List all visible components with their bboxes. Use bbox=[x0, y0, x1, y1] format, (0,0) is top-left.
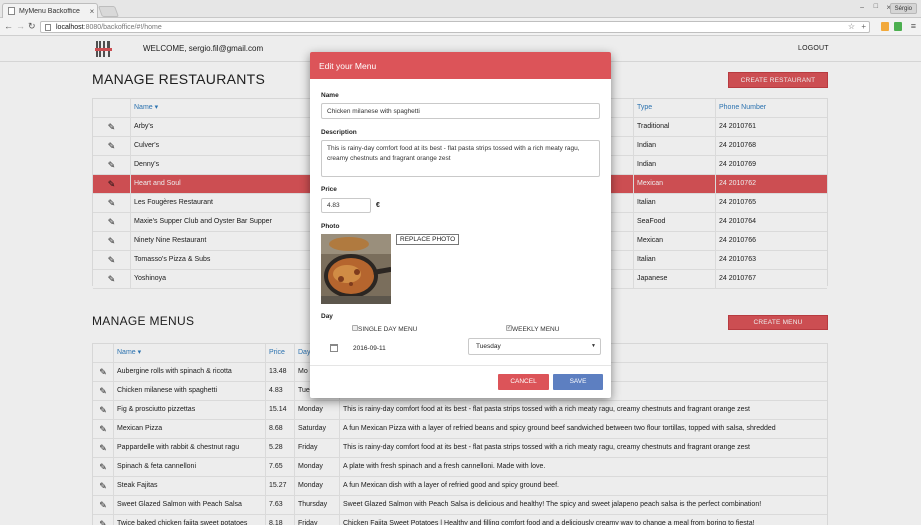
plus-icon[interactable]: + bbox=[861, 22, 866, 31]
description-label: Description bbox=[321, 129, 357, 136]
maximize-icon[interactable]: □ bbox=[874, 3, 878, 10]
new-tab-button[interactable] bbox=[97, 6, 120, 17]
day-select-value: Tuesday bbox=[476, 343, 501, 350]
minimize-icon[interactable]: – bbox=[860, 4, 864, 11]
dialog-header: Edit your Menu bbox=[310, 52, 611, 79]
address-bar: ← → ↻ localhost:8080/backoffice/#!/home … bbox=[0, 18, 921, 36]
price-label: Price bbox=[321, 186, 337, 193]
menu-photo bbox=[321, 234, 391, 304]
dialog-footer: CANCEL SAVE bbox=[310, 365, 611, 398]
hamburger-icon[interactable]: ≡ bbox=[911, 21, 916, 31]
photo-label: Photo bbox=[321, 223, 340, 230]
url-path: :8080/backoffice/#!/home bbox=[83, 23, 162, 31]
chevron-down-icon: ▼ bbox=[591, 343, 596, 349]
weekly-label: WEEKLY MENU bbox=[512, 326, 560, 333]
day-label: Day bbox=[321, 313, 333, 320]
calendar-icon[interactable] bbox=[330, 344, 338, 352]
currency-symbol: € bbox=[376, 202, 380, 209]
price-input[interactable]: 4.83 bbox=[321, 198, 371, 213]
page-icon bbox=[8, 7, 15, 15]
name-label: Name bbox=[321, 92, 339, 99]
url-host: localhost bbox=[56, 23, 84, 31]
url-input[interactable]: localhost:8080/backoffice/#!/home ☆ + bbox=[40, 21, 870, 33]
reload-icon[interactable]: ↻ bbox=[28, 21, 36, 32]
tab-title: MyMenu Backoffice bbox=[19, 7, 80, 15]
name-input[interactable]: Chicken milanese with spaghetti bbox=[321, 103, 600, 119]
save-button[interactable]: SAVE bbox=[553, 374, 603, 390]
arrow-right-icon[interactable]: → bbox=[16, 21, 25, 31]
single-day-label: SINGLE DAY MENU bbox=[358, 326, 418, 333]
date-input[interactable]: 2016-09-11 bbox=[353, 345, 386, 352]
day-select[interactable]: Tuesday ▼ bbox=[468, 338, 601, 355]
edit-menu-dialog: Edit your Menu Name Chicken milanese wit… bbox=[310, 52, 611, 398]
tab-close-icon[interactable]: × bbox=[87, 7, 97, 16]
cancel-button[interactable]: CANCEL bbox=[498, 374, 549, 390]
browser-tab[interactable]: MyMenu Backoffice × bbox=[2, 3, 98, 18]
extension-icon[interactable] bbox=[881, 22, 889, 31]
description-textarea[interactable]: This is rainy-day comfort food at its be… bbox=[321, 140, 600, 177]
arrow-left-icon[interactable]: ← bbox=[4, 21, 13, 31]
profile-badge[interactable]: Sérgio bbox=[889, 3, 917, 14]
star-icon[interactable]: ☆ bbox=[848, 22, 855, 31]
replace-photo-button[interactable]: REPLACE PHOTO bbox=[396, 234, 460, 245]
dialog-title: Edit your Menu bbox=[319, 61, 377, 71]
extension-icon[interactable] bbox=[894, 22, 902, 31]
page-info-icon bbox=[45, 23, 51, 31]
browser-tab-strip: MyMenu Backoffice × – □ × Sérgio bbox=[0, 0, 921, 18]
